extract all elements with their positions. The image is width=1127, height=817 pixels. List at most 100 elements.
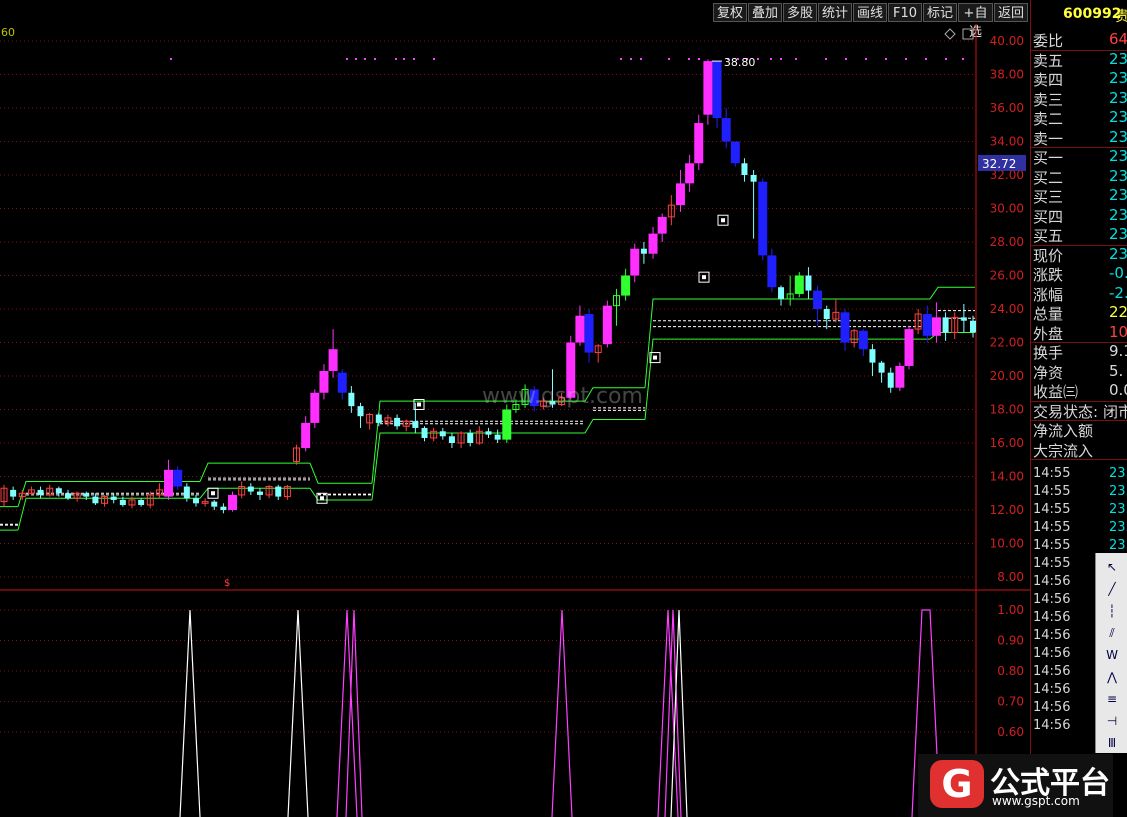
- channel-upper: [199, 462, 310, 482]
- channel-upper: [929, 286, 975, 300]
- stock-name: 贵: [1115, 6, 1127, 26]
- candle-body: [778, 287, 785, 299]
- quote-row: 卖三 23.: [1031, 89, 1127, 109]
- signal-dot: [346, 58, 348, 60]
- y-tick-label: 18.00: [990, 403, 1024, 417]
- current-price-label: 32.72: [982, 157, 1016, 171]
- candle-body: [275, 486, 282, 497]
- quote-row: 买二 23.: [1031, 167, 1127, 187]
- candle-body: [741, 163, 748, 175]
- bars-icon[interactable]: Ⅲ: [1099, 733, 1125, 753]
- signal-dot: [668, 58, 670, 60]
- quote-label: 卖一: [1033, 129, 1064, 148]
- signal-dot: [355, 58, 357, 60]
- y-tick-label: 28.00: [990, 235, 1024, 249]
- toolbar-button-3[interactable]: 统计: [818, 3, 852, 22]
- quote-label: 总量: [1033, 305, 1064, 323]
- tick-row: 14:55 23.: [1031, 484, 1127, 502]
- toolbar-button-2[interactable]: 多股: [783, 3, 817, 22]
- signal-dot: [433, 58, 435, 60]
- candle-body: [630, 248, 640, 276]
- high-label: 38.80: [724, 56, 756, 69]
- zigzag-icon[interactable]: ⋀: [1099, 667, 1125, 687]
- quote-row: 买四 23.: [1031, 206, 1127, 226]
- vertical-line-icon[interactable]: ┆: [1099, 601, 1125, 621]
- quote-label: 卖三: [1033, 90, 1064, 109]
- quote-row: 买三 23.: [1031, 186, 1127, 206]
- y-tick-label: 14.00: [990, 470, 1024, 484]
- candle-body: [858, 330, 868, 350]
- quote-label: 现价: [1033, 246, 1064, 265]
- wave-icon[interactable]: W: [1099, 645, 1125, 665]
- quote-value: 23.: [1109, 49, 1127, 68]
- quote-label: 换手: [1033, 344, 1064, 362]
- signal-dot: [630, 58, 632, 60]
- candle-body: [694, 123, 704, 164]
- toolbar-button-6[interactable]: 标记: [923, 3, 957, 22]
- candle-body: [794, 275, 804, 294]
- quote-value: 23.: [1109, 147, 1127, 165]
- tick-time: 14:56: [1033, 592, 1071, 607]
- y-tick-label: 26.00: [990, 269, 1024, 283]
- candle-body: [730, 141, 740, 164]
- divider: [1031, 459, 1127, 460]
- candle-body: [502, 409, 512, 440]
- candle-body: [970, 320, 976, 333]
- signal-dot: [688, 58, 690, 60]
- parallel-line-icon[interactable]: ⫽: [1099, 623, 1125, 643]
- quote-value: 闭市: [1103, 402, 1127, 421]
- candle-body: [467, 432, 474, 443]
- candle-body: [37, 489, 44, 495]
- signal-dot: [374, 58, 376, 60]
- candle-body: [602, 305, 612, 345]
- toolbar-button-0[interactable]: 复权: [713, 3, 747, 22]
- quote-row: 卖四 23.: [1031, 69, 1127, 89]
- signal-dot: [770, 58, 772, 60]
- signal-dot: [364, 58, 366, 60]
- quote-row: 交易状态:闭市: [1031, 401, 1127, 421]
- candle-body: [485, 431, 492, 435]
- indicator-spike: [287, 609, 309, 817]
- channel-lower: [644, 338, 930, 420]
- candle-body: [119, 499, 126, 505]
- sub-y-tick-label: 0.90: [997, 634, 1024, 648]
- drawing-toolbox: ↖ ╱ ┆ ⫽ W ⋀ ≡ ⊣ Ⅲ: [1095, 553, 1127, 753]
- candle-body: [220, 506, 227, 510]
- y-tick-label: 16.00: [990, 436, 1024, 450]
- signal-square-core: [653, 355, 657, 360]
- quote-value: 2240: [1109, 303, 1127, 321]
- window-toggle-icon: [962, 28, 974, 40]
- candle-body: [83, 493, 90, 497]
- tick-time: 14:56: [1033, 700, 1071, 715]
- candle-body: [685, 163, 695, 184]
- quote-value: 64.0: [1109, 30, 1127, 48]
- toolbar-button-1[interactable]: 叠加: [748, 3, 782, 22]
- quote-value: 0.0: [1109, 381, 1127, 399]
- indicator-spike: [551, 609, 573, 817]
- channel-lower: [199, 487, 310, 499]
- candle-body: [328, 349, 338, 371]
- indicator-spike: [179, 609, 201, 817]
- quote-label: 收益㈢: [1033, 383, 1079, 401]
- gann-icon[interactable]: ⊣: [1099, 711, 1125, 731]
- quote-row: 买五 23.: [1031, 225, 1127, 245]
- toolbar-button-4[interactable]: 画线: [853, 3, 887, 22]
- quote-value: -2.0: [1109, 283, 1127, 302]
- candle-body: [394, 417, 401, 427]
- quote-value: -0.: [1109, 264, 1127, 282]
- candle-body: [228, 494, 238, 510]
- fib-icon[interactable]: ≡: [1099, 689, 1125, 709]
- quote-value: 23.: [1109, 69, 1127, 87]
- toolbar-button-5[interactable]: F10: [888, 3, 922, 22]
- toolbar-button-8[interactable]: 返回: [994, 3, 1028, 22]
- toolbar-button-7[interactable]: +自选: [958, 3, 993, 40]
- quote-label: 买五: [1033, 227, 1064, 245]
- line-icon[interactable]: ╱: [1099, 579, 1125, 599]
- kline-chart[interactable]: 40.0038.0036.0034.0032.0030.0028.0026.00…: [0, 24, 1030, 817]
- arrow-icon[interactable]: ↖: [1099, 557, 1125, 577]
- watermark: www.gspt.com: [482, 384, 643, 409]
- sub-y-tick-label: 0.80: [997, 664, 1024, 678]
- tick-time: 14:56: [1033, 682, 1071, 697]
- diamond-icon: [944, 28, 956, 40]
- quote-row: 委比 64.0: [1031, 30, 1127, 50]
